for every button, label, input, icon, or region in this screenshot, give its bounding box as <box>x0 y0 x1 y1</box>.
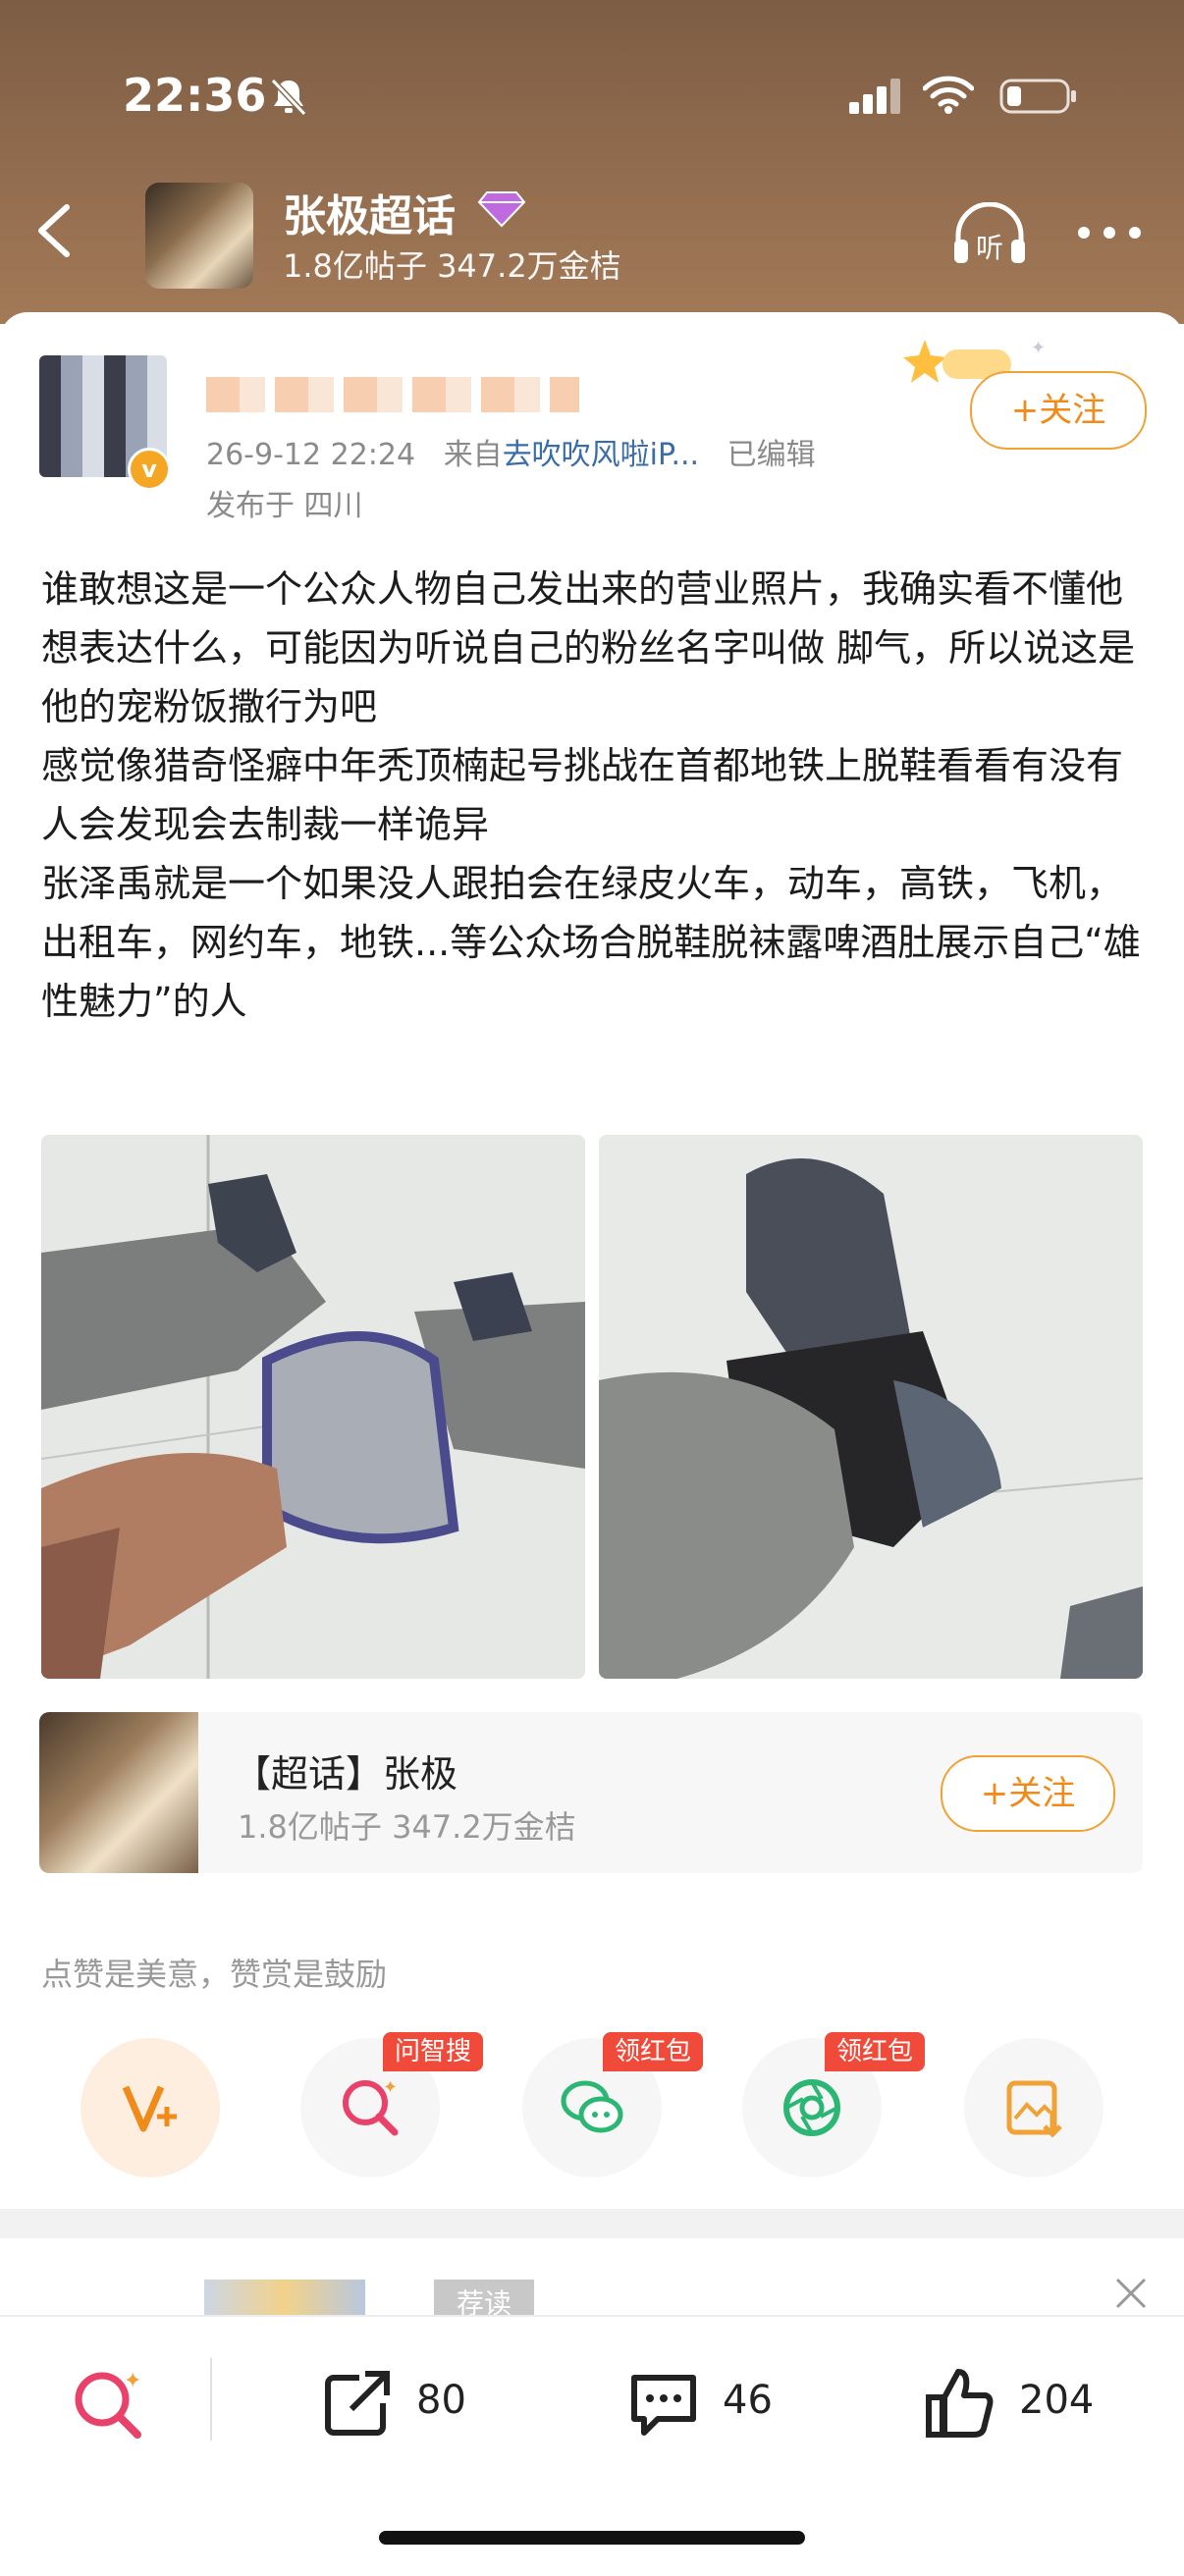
home-indicator <box>379 2531 805 2545</box>
follow-author-button[interactable]: +关注 <box>970 371 1147 450</box>
wifi-icon <box>923 76 974 114</box>
post-image-2[interactable] <box>599 1135 1143 1679</box>
more-options-icon[interactable] <box>1070 218 1149 247</box>
post-from-label: 来自 <box>443 438 503 472</box>
status-time: 22:36 <box>123 69 267 122</box>
verified-badge-icon: v <box>128 448 171 491</box>
reward-v-plus-icon <box>122 2085 177 2132</box>
photo-shoe-closeup <box>599 1135 1143 1679</box>
topic-card-image <box>39 1712 198 1873</box>
comment-count: 46 <box>723 2378 773 2423</box>
topic-stats: 1.8亿帖子 347.2万金桔 <box>283 247 621 285</box>
wechat-redpacket-tag: 领红包 <box>603 2032 704 2071</box>
svg-text:✦: ✦ <box>124 2369 141 2393</box>
post-edited-label[interactable]: 已编辑 <box>727 438 816 472</box>
svg-text:✦: ✦ <box>1031 338 1046 358</box>
section-divider <box>0 2209 1184 2238</box>
close-icon[interactable] <box>1111 2274 1151 2313</box>
search-icon[interactable]: ✦ <box>69 2364 147 2442</box>
smart-search-tag: 问智搜 <box>383 2032 484 2071</box>
post-meta: 26-9-12 22:24 来自去吹吹风啦iP... 已编辑 <box>206 430 816 473</box>
save-image-button[interactable] <box>964 2038 1103 2177</box>
back-arrow-icon[interactable] <box>29 201 79 260</box>
share-icon <box>325 2371 390 2436</box>
topic-card-stats: 1.8亿帖子 347.2万金桔 <box>238 1808 576 1846</box>
topic-nav-bar: 张极超话 1.8亿帖子 347.2万金桔 听 <box>0 177 1184 295</box>
reward-hint-text: 点赞是美意，赞赏是鼓励 <box>41 1956 388 1993</box>
bottom-bar-separator <box>210 2358 212 2441</box>
listen-headphones-icon[interactable]: 听 <box>950 202 1029 271</box>
comment-icon <box>631 2375 696 2436</box>
recommended-thumbnail[interactable] <box>204 2280 365 2315</box>
thumbs-up-icon <box>926 2369 994 2438</box>
photo-feet-and-bag <box>41 1135 585 1679</box>
post-image-1[interactable] <box>41 1135 585 1679</box>
moments-camera-icon <box>783 2079 840 2136</box>
save-image-icon <box>1006 2080 1062 2138</box>
wechat-icon <box>561 2080 623 2133</box>
share-count: 80 <box>416 2378 466 2423</box>
topic-title[interactable]: 张极超话 <box>283 181 456 243</box>
moments-redpacket-tag: 领红包 <box>825 2032 926 2071</box>
status-bar: 22:36 <box>0 69 1184 128</box>
reward-button[interactable] <box>81 2038 220 2177</box>
cellular-signal-icon <box>849 79 900 114</box>
diamond-icon <box>477 191 526 228</box>
listen-label: 听 <box>976 232 1003 264</box>
battery-icon <box>999 79 1076 114</box>
share-button[interactable]: 80 <box>318 2364 495 2442</box>
topic-link-card[interactable]: 【超话】张极 1.8亿帖子 347.2万金桔 +关注 <box>39 1712 1143 1873</box>
svg-text:✦: ✦ <box>383 2077 398 2098</box>
comment-button[interactable]: 46 <box>624 2364 801 2442</box>
author-name-blurred[interactable] <box>206 377 579 412</box>
bell-muted-icon <box>270 78 307 117</box>
post-location: 发布于 四川 <box>206 489 363 523</box>
post-source-link[interactable]: 去吹吹风啦iP... <box>503 438 699 472</box>
smart-search-icon: ✦ <box>343 2077 399 2136</box>
topic-avatar[interactable] <box>145 183 253 289</box>
like-button[interactable]: 204 <box>921 2364 1117 2442</box>
post-time: 26-9-12 22:24 <box>206 438 416 472</box>
topic-card-title: 【超话】张极 <box>234 1752 458 1796</box>
follow-topic-button[interactable]: +关注 <box>941 1755 1115 1832</box>
bottom-action-bar: ✦ 80 46 204 <box>0 2315 1184 2576</box>
like-count: 204 <box>1019 2378 1095 2423</box>
post-body-text: 谁敢想这是一个公众人物自己发出来的营业照片，我确实看不懂他想表达什么，可能因为听… <box>41 567 1141 1023</box>
